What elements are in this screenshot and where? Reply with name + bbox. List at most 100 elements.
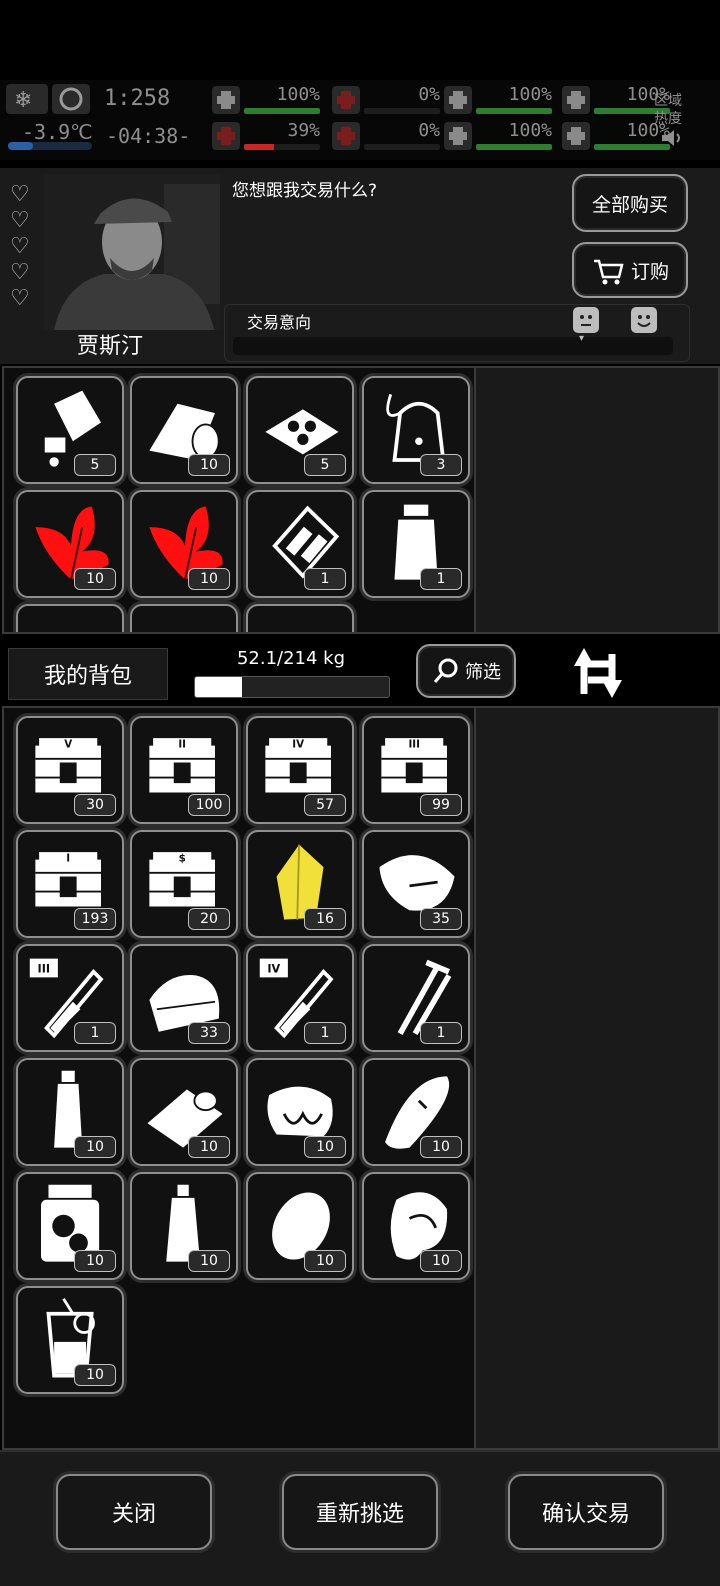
order-button[interactable]: 订购 (572, 242, 688, 298)
item-count: 5 (304, 454, 346, 476)
stat-blood: 0% (332, 84, 444, 118)
item-slot[interactable]: 35 (362, 830, 470, 938)
heart-icon: ♡ (10, 260, 30, 285)
item-slot[interactable]: IV 57 (246, 716, 354, 824)
trader-portrait (44, 174, 220, 330)
backpack-detail-panel (474, 706, 720, 1450)
item-slot[interactable]: II 100 (130, 716, 238, 824)
item-slot[interactable]: 10 (16, 490, 124, 598)
item-slot[interactable] (130, 604, 238, 632)
stat-thirst: 0% (332, 120, 444, 154)
svg-text:❄: ❄ (14, 88, 32, 113)
clock: 1:258 (104, 86, 171, 111)
item-slot[interactable]: 10 (246, 1058, 354, 1166)
item-count: 1 (304, 1022, 346, 1044)
trader-name: 贾斯汀 (76, 334, 143, 359)
item-count: 10 (74, 1364, 116, 1386)
neutral-face-icon (573, 307, 599, 333)
speaker-icon[interactable] (660, 128, 684, 152)
item-slot[interactable]: III 1 (16, 944, 124, 1052)
temperature: -3.9℃ (22, 120, 93, 144)
temperature-bar (8, 142, 92, 150)
stat-value: 0% (418, 84, 440, 105)
trader-panel: ♡ ♡ ♡ ♡ ♡ 贾斯汀 您想跟我交易什么? 全部购买 订购 交易意向 ▾ (0, 168, 720, 364)
item-count: 100 (188, 794, 230, 816)
item-count: 57 (304, 794, 346, 816)
item-count: 10 (420, 1250, 462, 1272)
heat-label: 热度 (654, 111, 682, 127)
cart-icon (593, 259, 624, 285)
confirm-trade-button[interactable]: 确认交易 (508, 1474, 664, 1550)
buy-all-label: 全部购买 (591, 193, 668, 216)
svg-text:$: $ (179, 853, 186, 865)
stat-icon (562, 122, 590, 150)
item-slot[interactable]: IV 1 (246, 944, 354, 1052)
trader-detail-panel (474, 366, 720, 634)
item-slot[interactable]: 10 (362, 1172, 470, 1280)
item-slot[interactable]: 10 (130, 1058, 238, 1166)
intent-label: 交易意向 (247, 313, 312, 332)
swap-arrows-icon[interactable] (570, 640, 626, 706)
heart-icon (444, 122, 472, 150)
item-slot[interactable]: 10 (130, 1172, 238, 1280)
item-slot[interactable]: 1 (362, 490, 470, 598)
brain-icon (212, 122, 240, 150)
item-count: 10 (188, 454, 230, 476)
reselect-button[interactable]: 重新挑选 (282, 1474, 438, 1550)
item-slot[interactable]: 3 (362, 376, 470, 484)
item-count: 10 (74, 1250, 116, 1272)
item-count: 33 (188, 1022, 230, 1044)
svg-text:III: III (38, 963, 51, 976)
timer: -04:38- (106, 124, 191, 148)
intent-marker-icon: ▾ (579, 333, 585, 344)
item-count: 10 (188, 1136, 230, 1158)
backpack-inventory: V 30 II 100 IV 57 III 99 I 193 $20 16 35 III 1 33… (2, 706, 476, 1450)
item-slot[interactable]: 16 (246, 830, 354, 938)
item-slot[interactable]: I 193 (16, 830, 124, 938)
heart-icon: ♡ (10, 234, 30, 259)
stat-value: 39% (287, 120, 320, 141)
happy-face-icon (631, 307, 657, 333)
item-slot[interactable]: 1 (246, 490, 354, 598)
item-slot[interactable]: 5 (246, 376, 354, 484)
stat-bar (244, 144, 320, 150)
heart-icon: ♡ (10, 182, 30, 207)
item-slot[interactable]: $20 (130, 830, 238, 938)
stat-value: 100% (508, 120, 552, 141)
item-slot[interactable]: 10 (130, 376, 238, 484)
item-slot[interactable]: 10 (246, 1172, 354, 1280)
item-slot[interactable] (246, 604, 354, 632)
intent-bar (233, 337, 673, 355)
boot-icon (562, 86, 590, 114)
item-slot[interactable]: 33 (130, 944, 238, 1052)
svg-text:II: II (178, 739, 186, 751)
item-slot[interactable]: V 30 (16, 716, 124, 824)
weight-bar (194, 676, 390, 698)
close-button[interactable]: 关闭 (56, 1474, 212, 1550)
stat-value: 0% (418, 120, 440, 141)
stat-energy: 100% (444, 84, 556, 118)
item-slot[interactable]: 10 (16, 1058, 124, 1166)
item-slot[interactable]: 10 (130, 490, 238, 598)
item-slot[interactable] (16, 604, 124, 632)
filter-button[interactable]: 筛选 (416, 644, 516, 698)
item-count: 10 (304, 1250, 346, 1272)
item-count: 3 (420, 454, 462, 476)
item-slot[interactable]: 10 (16, 1172, 124, 1280)
weight-text: 52.1/214 kg (236, 648, 346, 669)
item-slot[interactable]: 1 (362, 944, 470, 1052)
item-count: 10 (74, 1136, 116, 1158)
item-count: 1 (304, 568, 346, 590)
item-count: 99 (420, 794, 462, 816)
buy-all-button[interactable]: 全部购买 (572, 174, 688, 232)
trader-inventory: 5 10 5 3 10 10 1 1 (2, 366, 476, 634)
item-slot[interactable]: 5 (16, 376, 124, 484)
item-slot[interactable]: 10 (16, 1286, 124, 1394)
stat-heart: 100% (444, 120, 556, 154)
first-aid-icon (212, 86, 240, 114)
filter-label: 筛选 (465, 662, 501, 683)
stat-bar (476, 144, 552, 150)
item-slot[interactable]: 10 (362, 1058, 470, 1166)
item-count: 20 (188, 908, 230, 930)
item-slot[interactable]: III 99 (362, 716, 470, 824)
